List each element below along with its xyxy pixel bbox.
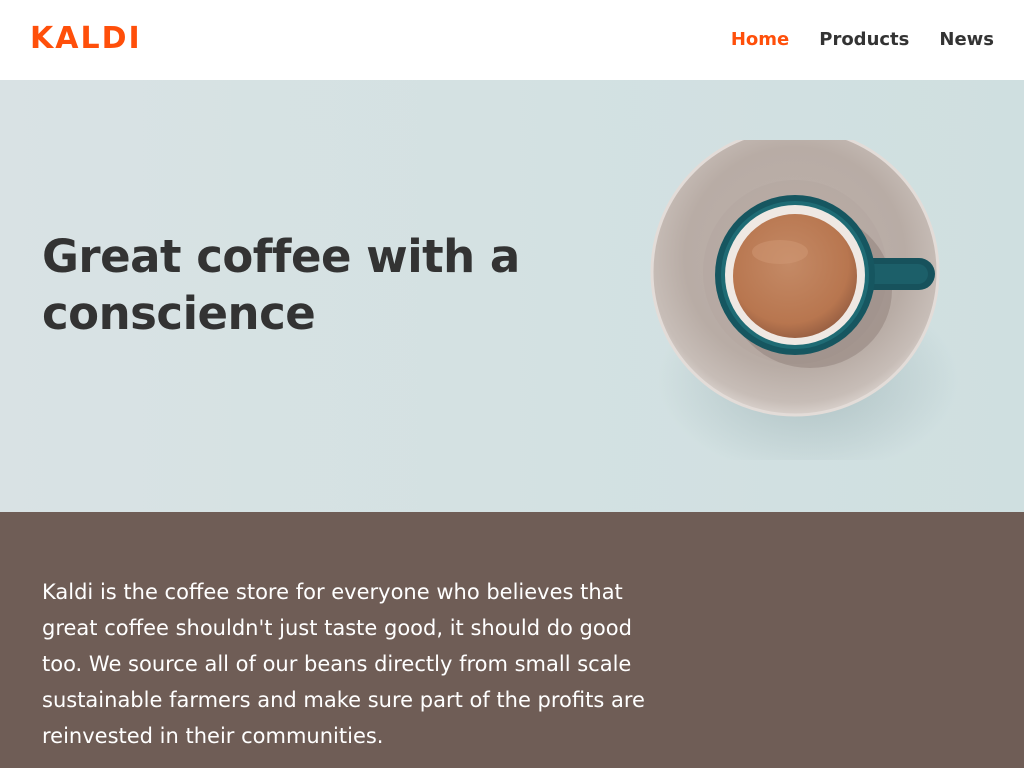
nav-link-news[interactable]: News <box>939 28 994 52</box>
nav-link-products[interactable]: Products <box>819 28 909 52</box>
hero-section: Great coffee with a conscience <box>0 80 1024 512</box>
nav-link-home[interactable]: Home <box>731 28 789 52</box>
kaldi-logo[interactable]: KALDI <box>30 22 142 56</box>
about-text: Kaldi is the coffee store for everyone w… <box>42 580 645 748</box>
main-nav: Home Products News <box>731 28 994 52</box>
coffee-cup-icon <box>650 140 958 460</box>
about-section: Kaldi is the coffee store for everyone w… <box>0 512 1024 768</box>
site-header: KALDI Home Products News <box>0 0 1024 80</box>
hero-title: Great coffee with a conscience <box>42 230 520 340</box>
